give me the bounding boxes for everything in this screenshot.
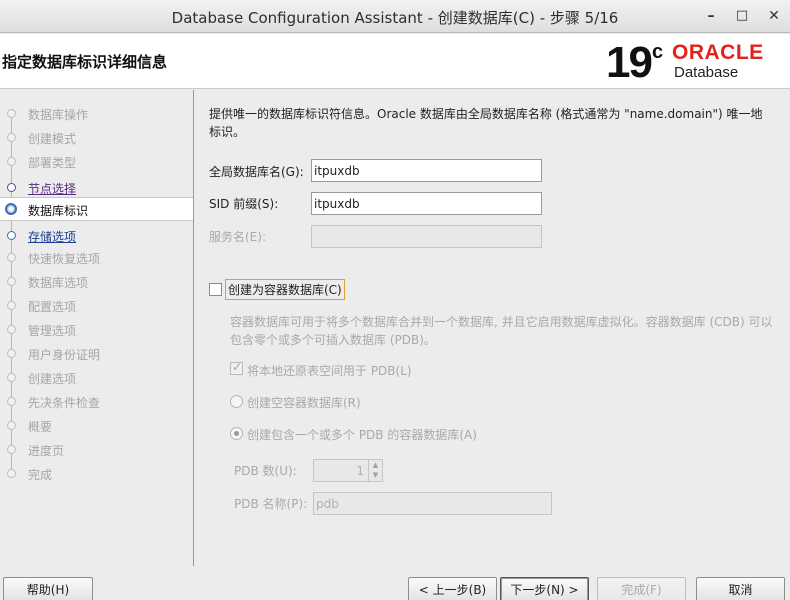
close-icon[interactable]: ✕: [763, 6, 785, 26]
sidebar-step: 创建模式: [0, 126, 193, 148]
step-status-icon: [7, 349, 16, 358]
sid-prefix-label: SID 前缀(S):: [209, 197, 279, 211]
sidebar-step-label: 快速恢复选项: [28, 252, 101, 266]
page-header: 指定数据库标识详细信息 19 c ORACLE Database: [0, 34, 790, 89]
step-status-icon: [7, 231, 16, 240]
step-status-icon: [7, 183, 16, 192]
sidebar-step-label: 完成: [28, 468, 53, 482]
step-status-icon: [5, 203, 17, 215]
sidebar-step-label: 数据库选项: [28, 276, 89, 290]
empty-cdb-label: 创建空容器数据库(R): [247, 396, 361, 410]
step-status-icon: [7, 301, 16, 310]
pdb-count-stepper[interactable]: 1 ▲ ▼: [313, 459, 383, 482]
create-cdb-label[interactable]: 创建为容器数据库(C): [225, 279, 345, 300]
main-panel: 提供唯一的数据库标识符信息。Oracle 数据库由全局数据库名称 (格式通常为 …: [195, 90, 790, 566]
sidebar-step: 进度页: [0, 438, 193, 460]
step-status-icon: [7, 469, 16, 478]
sid-prefix-input[interactable]: [311, 192, 542, 215]
steps-sidebar: 数据库操作创建模式部署类型节点选择数据库标识存储选项快速恢复选项 数据库选项配置选…: [0, 90, 194, 566]
sidebar-step-label: 节点选择: [28, 182, 77, 196]
sidebar-step: 完成: [0, 462, 193, 484]
step-status-icon: [7, 133, 16, 142]
step-status-icon: [7, 157, 16, 166]
sidebar-step-label: 概要: [28, 420, 53, 434]
sidebar-step: 创建选项: [0, 366, 193, 388]
sidebar-step-label: 用户身份证明: [28, 348, 101, 362]
logo-product: Database: [674, 64, 739, 81]
button-bar: 帮助(H) < 上一步(B) 下一步(N) > 完成(F) 取消: [0, 566, 790, 600]
global-db-name-input[interactable]: [311, 159, 542, 182]
page-title: 指定数据库标识详细信息: [2, 53, 168, 71]
sidebar-step-label: 进度页: [28, 444, 65, 458]
sidebar-step: 用户身份证明: [0, 342, 193, 364]
sidebar-step-label: 创建模式: [28, 132, 77, 146]
cdb-description: 容器数据库可用于将多个数据库合并到一个数据库, 并且它启用数据库虚拟化。容器数据…: [230, 315, 773, 347]
window-titlebar: Database Configuration Assistant - 创建数据库…: [0, 0, 790, 33]
sidebar-step-label: 数据库标识: [28, 204, 89, 218]
sidebar-step: 部署类型: [0, 150, 193, 172]
back-button[interactable]: < 上一步(B): [408, 577, 497, 600]
create-cdb-checkbox[interactable]: [209, 283, 222, 296]
service-name-label: 服务名(E):: [209, 230, 266, 244]
next-button[interactable]: 下一步(N) >: [500, 577, 589, 600]
sidebar-step-label: 先决条件检查: [28, 396, 101, 410]
cdb-with-pdbs-label: 创建包含一个或多个 PDB 的容器数据库(A): [247, 428, 477, 442]
step-status-icon: [7, 253, 16, 262]
step-status-icon: [7, 325, 16, 334]
local-undo-checkbox[interactable]: [230, 360, 243, 375]
maximize-icon[interactable]: □: [731, 6, 753, 26]
intro-text: 提供唯一的数据库标识符信息。Oracle 数据库由全局数据库名称 (格式通常为 …: [209, 107, 763, 139]
minimize-icon[interactable]: –: [700, 6, 722, 26]
sidebar-step-label: 数据库操作: [28, 108, 89, 122]
stepper-up-icon[interactable]: ▲: [369, 460, 382, 470]
sidebar-step: 数据库标识: [0, 197, 193, 221]
sidebar-step: 概要: [0, 414, 193, 436]
pdb-count-value: 1: [356, 464, 364, 478]
cdb-with-pdbs-radio[interactable]: [230, 427, 243, 440]
sidebar-step-label: 管理选项: [28, 324, 77, 338]
pdb-count-arrows[interactable]: ▲ ▼: [368, 460, 382, 481]
pdb-name-input[interactable]: [313, 492, 552, 515]
logo-version-suffix: c: [652, 41, 664, 63]
sidebar-step[interactable]: 节点选择: [0, 176, 193, 198]
step-status-icon: [7, 397, 16, 406]
sidebar-step-label: 存储选项: [28, 230, 77, 244]
sidebar-step: 数据库操作: [0, 102, 193, 124]
step-status-icon: [7, 109, 16, 118]
sidebar-step: 配置选项: [0, 294, 193, 316]
step-status-icon: [7, 445, 16, 454]
finish-button[interactable]: 完成(F): [597, 577, 686, 600]
service-name-input[interactable]: [311, 225, 542, 248]
pdb-name-label: PDB 名称(P):: [234, 497, 308, 511]
stepper-down-icon[interactable]: ▼: [369, 470, 382, 480]
empty-cdb-radio[interactable]: [230, 395, 243, 408]
logo-version: 19: [606, 38, 653, 87]
local-undo-label: 将本地还原表空间用于 PDB(L): [247, 364, 412, 378]
sidebar-step: 快速恢复选项: [0, 246, 193, 268]
logo-brand: ORACLE: [672, 41, 764, 64]
global-db-name-label: 全局数据库名(G):: [209, 165, 304, 179]
oracle-logo: 19 c ORACLE Database: [606, 40, 788, 86]
sidebar-step: 管理选项: [0, 318, 193, 340]
sidebar-step: 数据库选项: [0, 270, 193, 292]
sidebar-step-label: 创建选项: [28, 372, 77, 386]
pdb-count-label: PDB 数(U):: [234, 464, 297, 478]
sidebar-step: 先决条件检查: [0, 390, 193, 412]
step-status-icon: [7, 373, 16, 382]
window-title: Database Configuration Assistant - 创建数据库…: [171, 9, 619, 27]
sidebar-step-label: 配置选项: [28, 300, 77, 314]
sidebar-step[interactable]: 存储选项: [0, 224, 193, 246]
step-status-icon: [7, 421, 16, 430]
sidebar-step-label: 部署类型: [28, 156, 77, 170]
cancel-button[interactable]: 取消: [696, 577, 785, 600]
step-status-icon: [7, 277, 16, 286]
help-button[interactable]: 帮助(H): [3, 577, 93, 600]
